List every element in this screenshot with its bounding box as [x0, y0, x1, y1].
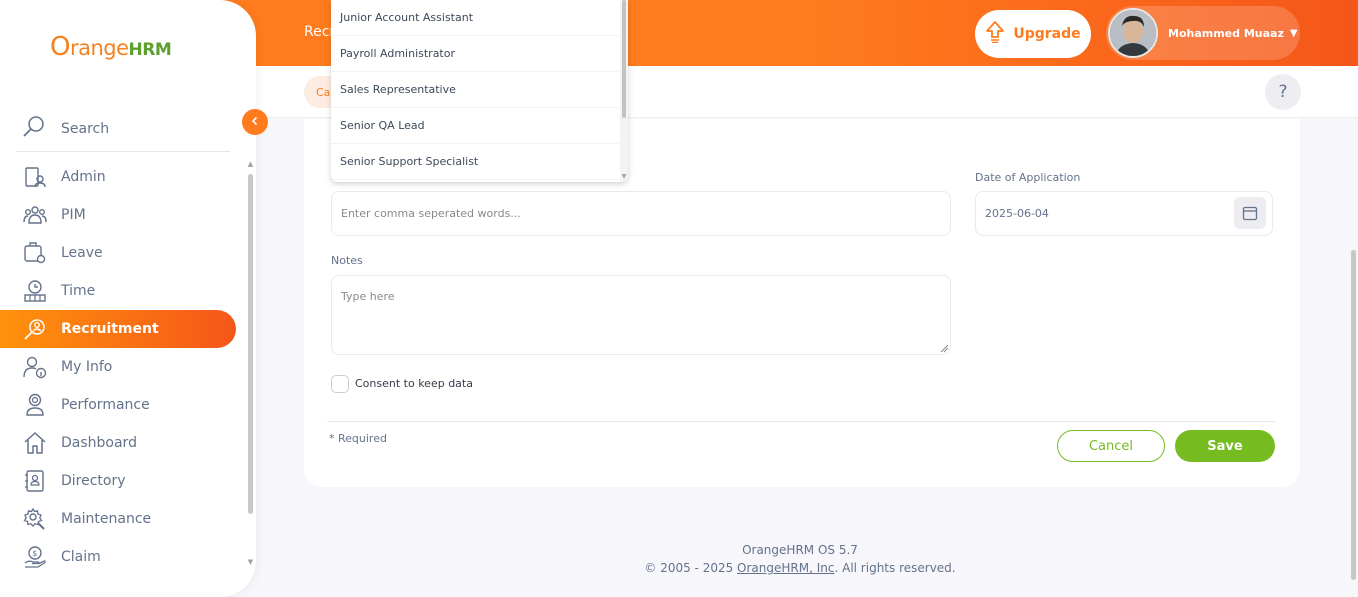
resize-handle-icon[interactable]: [940, 344, 949, 353]
sidebar-item-directory[interactable]: Directory: [0, 462, 236, 500]
pim-icon: [22, 202, 48, 228]
upgrade-arrow-icon: [985, 21, 1005, 47]
time-icon: [22, 278, 48, 304]
upgrade-label: Upgrade: [1013, 26, 1081, 42]
sidebar-item-time[interactable]: Time: [0, 272, 236, 310]
avatar: [1108, 8, 1158, 58]
admin-icon: [22, 164, 48, 190]
keywords-input[interactable]: Enter comma seperated words...: [331, 191, 951, 236]
help-button[interactable]: ?: [1265, 74, 1301, 110]
sidebar-item-dashboard[interactable]: Dashboard: [0, 424, 236, 462]
sidebar-item-recruitment[interactable]: Recruitment: [0, 310, 236, 348]
sidebar-item-leave[interactable]: Leave: [0, 234, 236, 272]
save-button[interactable]: Save: [1175, 430, 1275, 462]
notes-textarea[interactable]: Type here: [331, 275, 951, 355]
performance-icon: [22, 392, 48, 418]
dropdown-option[interactable]: Payroll Administrator: [331, 36, 619, 72]
claim-icon: $: [22, 544, 48, 570]
footer-version: OrangeHRM OS 5.7: [742, 543, 858, 557]
sidebar-item-performance[interactable]: Performance: [0, 386, 236, 424]
divider: [327, 421, 1275, 422]
sidebar-item-maintenance[interactable]: Maintenance: [0, 500, 236, 538]
search-icon: [16, 115, 54, 143]
leave-icon: [22, 240, 48, 266]
svg-text:$: $: [32, 549, 37, 558]
sidebar-scroll-thumb[interactable]: [248, 174, 253, 514]
scroll-down-arrow-icon[interactable]: ▼: [620, 173, 628, 180]
dropdown-option[interactable]: Senior QA Lead: [331, 108, 619, 144]
date-field[interactable]: 2025-06-04: [975, 191, 1273, 236]
dropdown-option[interactable]: Junior Account Assistant: [331, 0, 619, 36]
scroll-up-arrow-icon[interactable]: ▲: [247, 160, 254, 168]
company-link[interactable]: OrangeHRM, Inc: [737, 561, 834, 575]
page-scrollbar[interactable]: [1349, 66, 1358, 597]
date-label: Date of Application: [975, 171, 1081, 184]
sidebar-item-pim[interactable]: PIM: [0, 196, 236, 234]
sidebar-item-my-info[interactable]: My Info: [0, 348, 236, 386]
dropdown-option[interactable]: Sales Representative: [331, 72, 619, 108]
my-info-icon: [22, 354, 48, 380]
vacancy-dropdown-list: Junior Account Assistant Payroll Adminis…: [331, 0, 628, 182]
user-name: Mohammed Muaaz: [1168, 26, 1284, 40]
sidebar: OrangeHRM Search Admin PIM Leave Time Re…: [0, 0, 256, 597]
notes-label: Notes: [331, 254, 363, 267]
dropdown-scroll-thumb[interactable]: [622, 0, 626, 118]
directory-icon: [22, 468, 48, 494]
date-value: 2025-06-04: [985, 207, 1049, 220]
page-scroll-thumb[interactable]: [1351, 250, 1356, 580]
home-icon: [22, 430, 48, 456]
dropdown-option[interactable]: Senior Support Specialist: [331, 144, 619, 180]
sidebar-item-admin[interactable]: Admin: [0, 158, 236, 196]
user-dropdown[interactable]: Mohammed Muaaz ▼: [1106, 6, 1300, 60]
orangehrm-logo[interactable]: OrangeHRM: [50, 32, 172, 62]
consent-label: Consent to keep data: [355, 377, 473, 390]
search-label: Search: [61, 120, 110, 137]
collapse-sidebar-button[interactable]: [242, 109, 268, 135]
consent-checkbox[interactable]: [331, 375, 349, 393]
footer-copyright: © 2005 - 2025 OrangeHRM, Inc. All rights…: [644, 561, 956, 575]
maintenance-icon: [22, 506, 48, 532]
sidebar-menu: Admin PIM Leave Time Recruitment My Info…: [0, 158, 236, 576]
scroll-down-arrow-icon[interactable]: ▼: [247, 558, 254, 566]
upgrade-button[interactable]: Upgrade: [975, 10, 1091, 58]
sidebar-item-claim[interactable]: $ Claim: [0, 538, 236, 576]
dropdown-scrollbar[interactable]: ▼: [620, 0, 628, 182]
cancel-button[interactable]: Cancel: [1057, 430, 1165, 462]
chevron-left-icon: [250, 115, 260, 130]
caret-down-icon: ▼: [1289, 27, 1298, 39]
recruitment-icon: [22, 316, 48, 342]
required-note: * Required: [329, 432, 387, 445]
calendar-icon[interactable]: [1234, 197, 1266, 229]
sidebar-search[interactable]: Search: [16, 106, 230, 152]
sidebar-scrollbar[interactable]: ▲ ▼: [247, 160, 254, 566]
